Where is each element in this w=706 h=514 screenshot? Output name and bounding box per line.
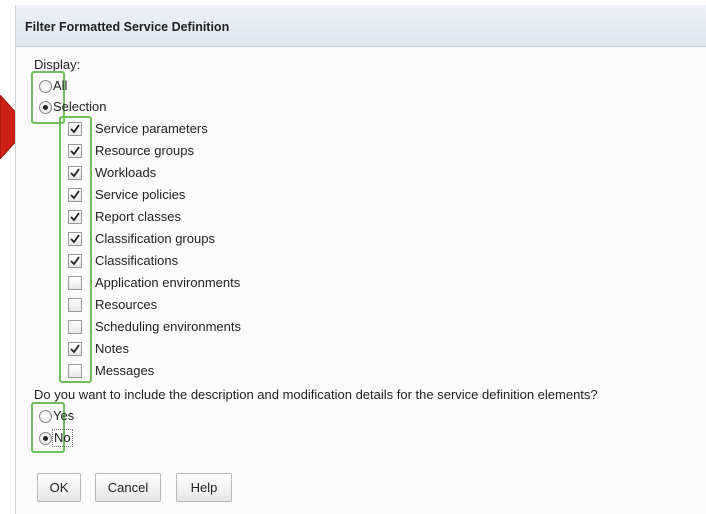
display-all-label[interactable]: All (53, 78, 67, 94)
label-notes[interactable]: Notes (95, 341, 129, 357)
display-selection-radio[interactable] (39, 101, 52, 114)
dialog-titlebar: Filter Formatted Service Definition (16, 5, 706, 47)
label-classifications[interactable]: Classifications (95, 253, 178, 269)
details-no-radio[interactable] (39, 432, 52, 445)
checkbox-workloads[interactable] (68, 166, 82, 180)
checkbox-application-environments[interactable] (68, 276, 82, 290)
display-selection-label[interactable]: Selection (53, 99, 106, 115)
checkbox-service-parameters[interactable] (68, 122, 82, 136)
ok-button[interactable]: OK (37, 473, 81, 502)
label-scheduling-environments[interactable]: Scheduling environments (95, 319, 241, 335)
label-resources[interactable]: Resources (95, 297, 157, 313)
label-workloads[interactable]: Workloads (95, 165, 156, 181)
label-application-environments[interactable]: Application environments (95, 275, 240, 291)
checkbox-classifications[interactable] (68, 254, 82, 268)
details-question-label: Do you want to include the description a… (34, 387, 598, 402)
display-all-radio[interactable] (39, 80, 52, 93)
checkbox-report-classes[interactable] (68, 210, 82, 224)
dialog-title: Filter Formatted Service Definition (25, 20, 230, 34)
checkbox-scheduling-environments[interactable] (68, 320, 82, 334)
checkbox-resource-groups[interactable] (68, 144, 82, 158)
label-messages[interactable]: Messages (95, 363, 154, 379)
label-resource-groups[interactable]: Resource groups (95, 143, 194, 159)
cancel-button[interactable]: Cancel (95, 473, 161, 502)
help-button[interactable]: Help (176, 473, 232, 502)
checkbox-notes[interactable] (68, 342, 82, 356)
checkbox-resources[interactable] (68, 298, 82, 312)
checkbox-classification-groups[interactable] (68, 232, 82, 246)
checkbox-messages[interactable] (68, 364, 82, 378)
details-no-label[interactable]: No (52, 429, 73, 447)
label-service-policies[interactable]: Service policies (95, 187, 185, 203)
label-report-classes[interactable]: Report classes (95, 209, 181, 225)
label-classification-groups[interactable]: Classification groups (95, 231, 215, 247)
details-yes-radio[interactable] (39, 410, 52, 423)
label-service-parameters[interactable]: Service parameters (95, 121, 208, 137)
checkbox-service-policies[interactable] (68, 188, 82, 202)
details-yes-label[interactable]: Yes (53, 408, 74, 424)
